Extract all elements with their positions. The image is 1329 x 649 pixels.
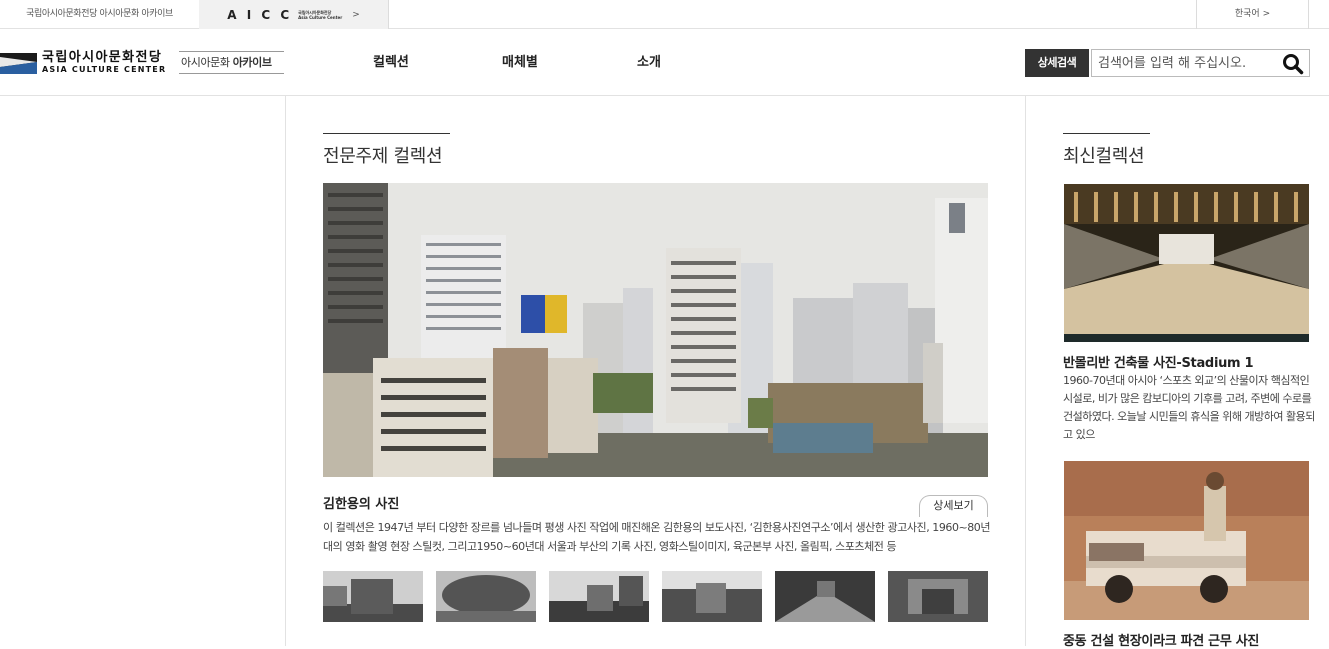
search-box — [1091, 49, 1310, 77]
nav-collection[interactable]: 컬렉션 — [373, 51, 409, 70]
latest-collection-photo-2[interactable] — [1064, 461, 1309, 620]
stadium-image — [1064, 184, 1309, 342]
archive-label[interactable]: 아시아문화 아카이브 — [179, 51, 284, 74]
acc-logo-letters: A I C C — [227, 7, 293, 22]
acc-logo-small-en: Asia Culture Center — [298, 14, 343, 20]
nav-media[interactable]: 매체별 — [502, 51, 538, 70]
logo-english: ASIA CULTURE CENTER — [42, 65, 167, 74]
latest-collection-title: 최신컬렉션 — [1063, 133, 1150, 168]
acc-logo-icon[interactable] — [0, 53, 37, 74]
thumbnail-image — [436, 571, 536, 622]
site-link-archive[interactable]: 국립아시아문화전당 아시아문화 아카이브 — [0, 0, 199, 29]
thumbnail-image — [323, 571, 423, 622]
truck-photo-image — [1064, 461, 1309, 620]
special-collection-title: 전문주제 컬렉션 — [323, 133, 450, 168]
search-input[interactable] — [1092, 50, 1272, 76]
latest-collection-title-2[interactable]: 중동 건설 현장이라크 파견 근무 사진 — [1063, 630, 1259, 649]
latest-collection-title-1[interactable]: 반몰리반 건축물 사진-Stadium 1 — [1063, 352, 1254, 371]
collection-thumbnail[interactable] — [436, 571, 536, 622]
top-bar: 국립아시아문화전당 아시아문화 아카이브 A I C C 국립아시아문화전당 A… — [0, 0, 1329, 29]
language-selector[interactable]: 한국어 > — [1196, 0, 1309, 29]
collection-thumbnail[interactable] — [775, 571, 875, 622]
view-details-button[interactable]: 상세보기 — [919, 495, 988, 517]
archive-prefix: 아시아문화 — [181, 56, 233, 69]
latest-collection-photo-1[interactable] — [1064, 184, 1309, 342]
column-divider-left — [285, 96, 286, 646]
collection-thumbnail[interactable] — [323, 571, 423, 622]
thumbnail-image — [775, 571, 875, 622]
acc-site-tab[interactable]: A I C C 국립아시아문화전당 Asia Culture Center > — [199, 0, 389, 29]
thumbnail-image — [549, 571, 649, 622]
archive-bold: 아카이브 — [232, 56, 272, 69]
search-icon[interactable] — [1282, 53, 1304, 75]
collection-name[interactable]: 김한용의 사진 — [323, 493, 399, 512]
latest-collection-description-1: 1960-70년대 아시아 ‘스포츠 외교’의 산물이자 핵심적인 시설로, 비… — [1063, 374, 1315, 441]
collection-thumbnail[interactable] — [549, 571, 649, 622]
collection-thumbnail[interactable] — [662, 571, 762, 622]
nav-about[interactable]: 소개 — [637, 51, 661, 70]
collection-thumbnail[interactable] — [888, 571, 988, 622]
column-divider-right — [1025, 96, 1026, 646]
collection-description: 이 컬렉션은 1947년 부터 다양한 장르를 넘나들며 평생 사진 작업에 매… — [323, 521, 991, 553]
chevron-right-icon: > — [352, 9, 360, 20]
main-header: 국립아시아문화전당 ASIA CULTURE CENTER 아시아문화 아카이브… — [0, 29, 1329, 96]
acc-logo-text[interactable]: 국립아시아문화전당 ASIA CULTURE CENTER — [42, 50, 166, 75]
thumbnail-image — [662, 571, 762, 622]
featured-collection-photo[interactable] — [323, 183, 988, 477]
detail-search-button[interactable]: 상세검색 — [1025, 49, 1089, 77]
logo-korean: 국립아시아문화전당 — [42, 50, 163, 65]
acc-logo-small: 국립아시아문화전당 Asia Culture Center — [298, 10, 342, 20]
thumbnail-image — [888, 571, 988, 622]
city-panorama-image — [323, 183, 988, 477]
